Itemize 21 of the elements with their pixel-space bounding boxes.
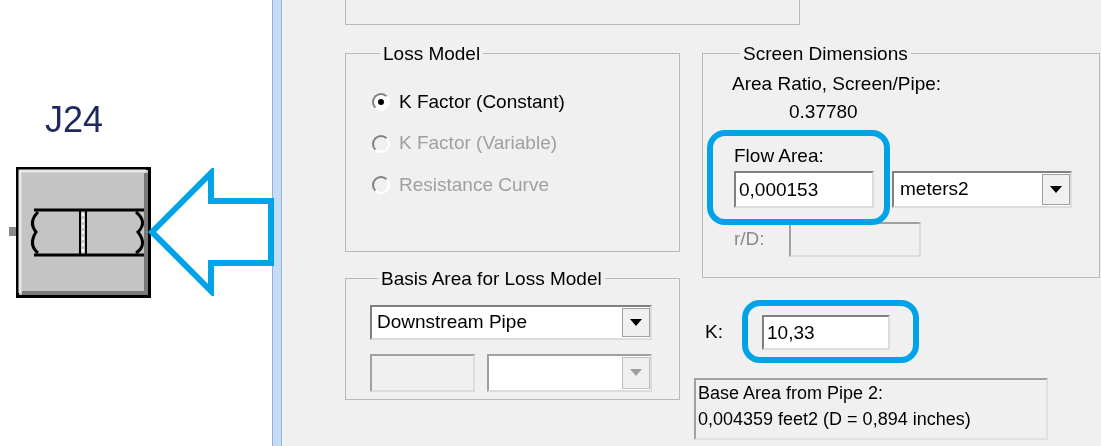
- arrow-icon: [148, 168, 275, 296]
- dropdown[interactable]: [487, 353, 652, 392]
- input-field[interactable]: [370, 353, 475, 392]
- k-label: K:: [705, 320, 724, 345]
- area-ratio-label: Area Ratio, Screen/Pipe:: [732, 71, 943, 96]
- r-d-field[interactable]: [789, 222, 921, 257]
- flow-area-label: Flow Area:: [734, 144, 825, 168]
- screen-junction-icon[interactable]: [16, 167, 151, 298]
- area-ratio-value: 0.37780: [789, 99, 859, 124]
- group-title: Basis Area for Loss Model: [380, 267, 603, 291]
- junction-label: J24: [45, 102, 104, 138]
- base-area-info: Base Area from Pipe 2: 0,004359 feet2 (D = 0,894 inches): [694, 378, 1048, 440]
- radio-button[interactable]: [372, 93, 390, 111]
- radio-label[interactable]: K Factor (Constant): [399, 87, 565, 117]
- group-title: Loss Model: [382, 42, 482, 66]
- group-title: Screen Dimensions: [742, 42, 909, 66]
- r-d-label: r/D:: [734, 227, 766, 252]
- dropdown[interactable]: Downstream Pipe: [370, 304, 652, 340]
- unit-dropdown[interactable]: meters2: [892, 171, 1072, 208]
- k-field[interactable]: 10,33: [762, 315, 890, 350]
- flow-area-field[interactable]: 0,000153: [734, 171, 874, 208]
